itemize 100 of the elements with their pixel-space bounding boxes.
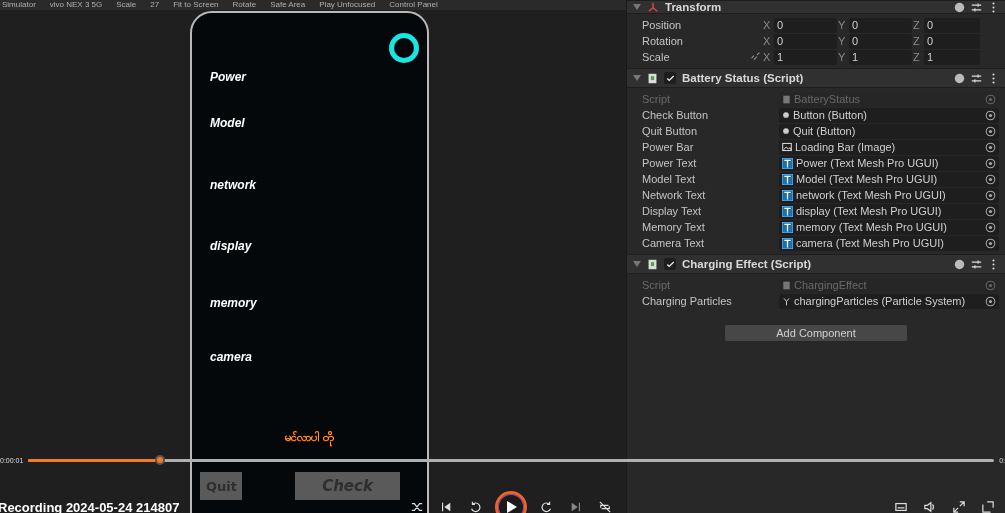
object-field[interactable]: Loading Bar (Image): [779, 139, 999, 155]
script-file-icon: [782, 280, 791, 290]
object-field[interactable]: Model (Text Mesh Pro UGUI): [779, 171, 999, 187]
component-header[interactable]: Transform: [627, 0, 1005, 14]
text-icon: [782, 157, 793, 169]
toolbar-item[interactable]: Simulator: [2, 0, 36, 10]
info-label: camera: [210, 350, 253, 364]
component-header[interactable]: Battery Status (Script): [627, 68, 1005, 88]
mini-player-icon: [982, 501, 994, 513]
axis-label: Y: [838, 51, 847, 63]
toolbar-item[interactable]: Rotate: [232, 0, 257, 10]
axis-label: Y: [838, 35, 847, 47]
target-icon: [985, 237, 996, 249]
number-field[interactable]: 0: [774, 17, 837, 33]
text-icon: [782, 189, 793, 201]
help-icon: [954, 258, 965, 270]
component-title: Battery Status (Script): [682, 72, 805, 84]
rewind-icon: [469, 501, 481, 513]
enable-checkbox[interactable]: [664, 72, 676, 84]
axis-label: Y: [838, 19, 847, 31]
toolbar-item[interactable]: Play Unfocused: [319, 0, 376, 10]
text-icon: [782, 173, 793, 185]
fullscreen-button[interactable]: [950, 498, 968, 513]
skip-forward-icon: [570, 501, 582, 513]
target-icon: [985, 109, 996, 121]
object-field[interactable]: Power (Text Mesh Pro UGUI): [779, 155, 999, 171]
target-icon: [985, 189, 996, 201]
ring-icon: [389, 33, 419, 63]
skip-back-icon: [440, 501, 452, 513]
property-label: Position: [642, 19, 683, 31]
toolbar-item[interactable]: Control Panel: [389, 0, 438, 10]
axis-label: X: [763, 51, 772, 63]
property-label: Script: [642, 93, 672, 105]
number-field[interactable]: 1: [924, 49, 980, 65]
target-icon: [985, 279, 996, 291]
component-header[interactable]: Charging Effect (Script): [627, 254, 1005, 274]
info-label: memory: [210, 296, 257, 310]
text-icon: [782, 205, 793, 217]
info-label: network: [210, 178, 256, 192]
link-icon: [750, 50, 761, 62]
number-field[interactable]: 0: [924, 33, 980, 49]
property-label: Network Text: [642, 189, 707, 201]
checkmark-icon: [665, 73, 675, 83]
property-label: Memory Text: [642, 221, 706, 233]
property-label: Display Text: [642, 205, 703, 217]
expand-icon: [953, 501, 965, 513]
property-label: Quit Button: [642, 125, 699, 137]
axis-label: Z: [913, 19, 921, 31]
property-label: Power Bar: [642, 141, 695, 153]
mini-player-button[interactable]: [979, 498, 997, 513]
toolbar-item[interactable]: vivo NEX 3 5G: [49, 0, 103, 10]
axis-label: X: [763, 35, 772, 47]
enable-checkbox[interactable]: [664, 258, 676, 270]
info-label: Power: [210, 70, 246, 84]
object-field[interactable]: Button (Button): [779, 107, 999, 123]
text-icon: [782, 221, 793, 233]
object-field[interactable]: display (Text Mesh Pro UGUI): [779, 203, 999, 219]
seek-thumb[interactable]: [154, 454, 165, 465]
toolbar-item[interactable]: Scale: [116, 0, 137, 10]
greeting-text: မင်လာပါ တို: [285, 430, 334, 446]
info-label: Model: [210, 116, 245, 130]
number-field[interactable]: 0: [924, 17, 980, 33]
dot-icon: [782, 111, 790, 119]
object-field[interactable]: camera (Text Mesh Pro UGUI): [779, 235, 999, 251]
target-icon: [985, 93, 996, 105]
add-component-button[interactable]: Add Component: [724, 324, 908, 342]
forward-icon: [541, 501, 553, 513]
toolbar-item[interactable]: Fit to Screen: [173, 0, 219, 10]
volume-icon: [924, 501, 936, 513]
dot-icon: [782, 127, 790, 135]
particle-icon: [782, 296, 791, 306]
help-icon: [954, 72, 965, 84]
property-label: Script: [642, 279, 672, 291]
play-icon: [504, 500, 518, 513]
text-icon: [782, 237, 793, 249]
property-label: Rotation: [642, 35, 684, 47]
number-field[interactable]: 0: [849, 33, 912, 49]
property-label: Camera Text: [642, 237, 706, 249]
object-field[interactable]: Quit (Button): [779, 123, 999, 139]
toolbar-item[interactable]: Safe Area: [270, 0, 306, 10]
captions-icon: [895, 501, 907, 513]
number-field[interactable]: 1: [849, 49, 912, 65]
object-field[interactable]: memory (Text Mesh Pro UGUI): [779, 219, 999, 235]
object-field[interactable]: network (Text Mesh Pro UGUI): [779, 187, 999, 203]
property-label: Power Text: [642, 157, 698, 169]
target-icon: [985, 141, 996, 153]
script-file-icon: [647, 258, 658, 270]
target-icon: [985, 125, 996, 137]
sliders-icon: [971, 258, 982, 270]
toolbar-item[interactable]: 27: [150, 0, 160, 10]
number-field[interactable]: 1: [774, 49, 837, 65]
number-field[interactable]: 0: [774, 33, 837, 49]
property-label: Model Text: [642, 173, 696, 185]
seek-bar[interactable]: [28, 458, 995, 462]
object-field[interactable]: chargingParticles (Particle System): [779, 293, 999, 309]
info-label: display: [210, 239, 252, 253]
axis-label: Z: [913, 51, 921, 63]
number-field[interactable]: 0: [849, 17, 912, 33]
target-icon: [985, 157, 996, 169]
property-label: Charging Particles: [642, 295, 733, 307]
